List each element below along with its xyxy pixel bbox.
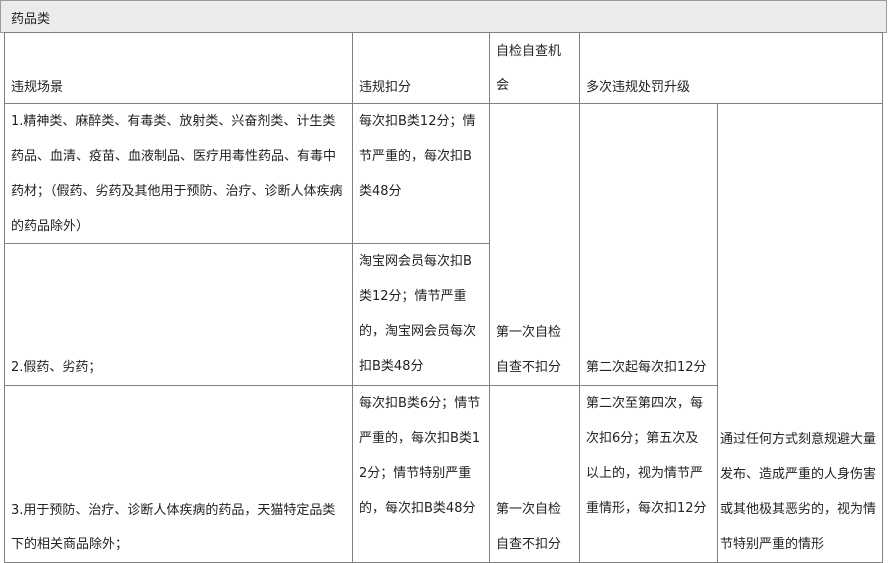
header-upgrade: 多次违规处罚升级 [579, 32, 883, 104]
header-scene: 违规场景 [4, 32, 353, 104]
header-deduction: 违规扣分 [352, 32, 490, 104]
section-title-bar: 药品类 [0, 0, 887, 33]
row3-self-check: 第一次自检自查不扣分 [489, 385, 580, 563]
header-self-check: 自检自查机会 [489, 32, 580, 104]
row1-scene: 1.精神类、麻醉类、有毒类、放射类、兴奋剂类、计生类药品、血清、疫苗、血液制品、… [4, 103, 353, 244]
row2-scene: 2.假药、劣药； [4, 243, 353, 386]
special-note: 通过任何方式刻意规避大量发布、造成严重的人身伤害或其他极其恶劣的，视为情节特别严… [717, 103, 883, 563]
row1-deduction: 每次扣B类12分；情节严重的，每次扣B类48分 [352, 103, 490, 244]
self-check-rows-1-2: 第一次自检自查不扣分 [489, 103, 580, 386]
upgrade-rows-1-2: 第二次起每次扣12分 [579, 103, 718, 386]
row3-deduction: 每次扣B类6分；情节严重的，每次扣B类12分；情节特别严重的，每次扣B类48分 [352, 385, 490, 563]
section-title: 药品类 [11, 12, 51, 27]
row3-upgrade: 第二次至第四次，每次扣6分；第五次及以上的，视为情节严重情形，每次扣12分 [579, 385, 718, 563]
row2-deduction: 淘宝网会员每次扣B类12分；情节严重的，淘宝网会员每次扣B类48分 [352, 243, 490, 386]
row3-scene: 3.用于预防、治疗、诊断人体疾病的药品，天猫特定品类下的相关商品除外； [4, 385, 353, 563]
